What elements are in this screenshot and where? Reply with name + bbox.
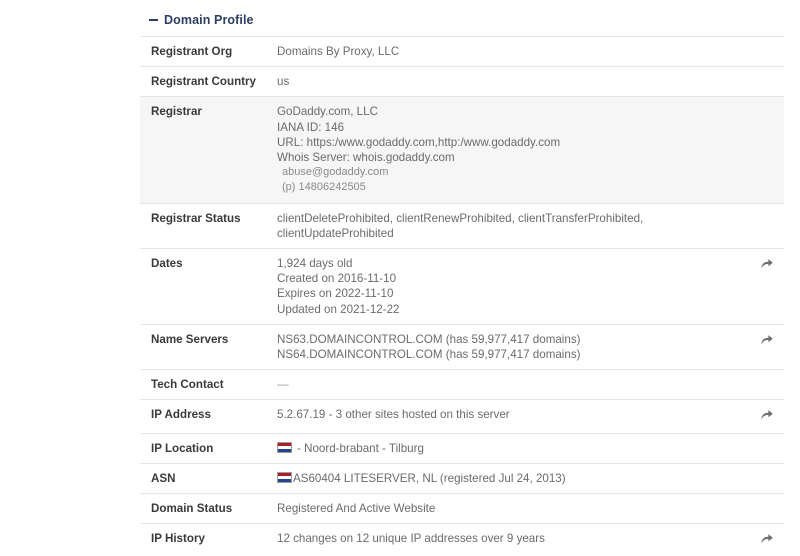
share-arrow-icon[interactable] <box>760 408 774 422</box>
table-row: Registrant Org Domains By Proxy, LLC <box>140 36 784 67</box>
value-line: 1,924 days old <box>277 257 353 271</box>
row-value: us <box>264 67 734 97</box>
row-action <box>734 524 784 556</box>
row-action <box>734 249 784 325</box>
row-action <box>734 97 784 203</box>
row-value: AS60404 LITESERVER, NL (registered Jul 2… <box>264 463 734 493</box>
row-value: — <box>264 370 734 400</box>
row-action <box>734 463 784 493</box>
row-action <box>734 494 784 524</box>
value-line: Updated on 2021-12-22 <box>277 302 400 316</box>
value-line: Created on 2016-11-10 <box>277 272 397 286</box>
table-row: IP Address 5.2.67.19 - 3 other sites hos… <box>140 399 784 433</box>
row-label: Registrar <box>151 105 202 119</box>
row-action <box>734 37 784 67</box>
value-line: Registered And Active Website <box>277 502 436 516</box>
row-label: IP Location <box>151 441 214 455</box>
value-line: AS60404 LITESERVER, NL (registered Jul 2… <box>293 471 566 485</box>
value-line: NS63.DOMAINCONTROL.COM (has 59,977,417 d… <box>277 332 581 346</box>
domain-profile-header[interactable]: Domain Profile <box>140 0 784 36</box>
row-action <box>734 67 784 97</box>
row-value: GoDaddy.com, LLC IANA ID: 146 URL: https… <box>264 97 734 203</box>
row-action <box>734 370 784 400</box>
value-line: Domains By Proxy, LLC <box>277 45 400 58</box>
table-row: IP History 12 changes on 12 unique IP ad… <box>140 523 784 556</box>
table-row: Registrant Country us <box>140 66 784 97</box>
row-label: Dates <box>151 257 183 271</box>
row-label: Registrar Status <box>151 211 241 225</box>
row-value: 1,924 days old Created on 2016-11-10 Exp… <box>264 249 734 325</box>
share-arrow-icon[interactable] <box>760 257 774 271</box>
value-line: 12 changes on 12 unique IP addresses ove… <box>277 532 545 546</box>
row-action <box>734 400 784 433</box>
abuse-email: abuse@godaddy.com <box>282 166 389 179</box>
table-row: Domain Status Registered And Active Webs… <box>140 493 784 524</box>
page-root: Domain Profile Registrant Org Domains By… <box>0 0 800 545</box>
row-label: Name Servers <box>151 332 229 346</box>
row-label: Domain Status <box>151 502 233 516</box>
row-label: Registrant Org <box>151 45 233 58</box>
value-line: URL: https:/www.godaddy.com,http:/www.go… <box>277 135 561 149</box>
share-arrow-icon[interactable] <box>760 333 774 347</box>
value-line: Expires on 2022-11-10 <box>277 287 394 301</box>
domain-profile-panel: Domain Profile Registrant Org Domains By… <box>140 0 784 556</box>
value-line: IANA ID: 146 <box>277 120 345 134</box>
value-line: 5.2.67.19 - 3 other sites hosted on this… <box>277 408 510 422</box>
table-row: Name Servers NS63.DOMAINCONTROL.COM (has… <box>140 324 784 369</box>
row-value: Registered And Active Website <box>264 494 734 524</box>
row-label: IP History <box>151 532 205 546</box>
value-line: GoDaddy.com, LLC <box>277 105 378 119</box>
value-line: - Noord-brabant - Tilburg <box>297 441 424 455</box>
row-value: clientDeleteProhibited, clientRenewProhi… <box>264 203 734 248</box>
row-label: Tech Contact <box>151 378 224 392</box>
row-label: ASN <box>151 471 176 485</box>
table-row: Tech Contact — <box>140 369 784 400</box>
row-action <box>734 324 784 369</box>
row-value: Domains By Proxy, LLC <box>264 37 734 67</box>
netherlands-flag-icon <box>277 441 292 453</box>
netherlands-flag-icon <box>277 471 292 483</box>
value-line: clientUpdateProhibited <box>277 226 394 240</box>
table-row: Dates 1,924 days old Created on 2016-11-… <box>140 248 784 325</box>
row-action <box>734 203 784 248</box>
row-action <box>734 433 784 463</box>
value-line: — <box>277 378 289 392</box>
value-line: us <box>277 75 290 89</box>
abuse-phone: (p) 14806242505 <box>282 181 366 194</box>
value-line: clientDeleteProhibited, clientRenewProhi… <box>277 211 644 225</box>
value-line: Whois Server: whois.godaddy.com <box>277 151 455 165</box>
row-label: Registrant Country <box>151 75 256 89</box>
table-row: IP Location - Noord-brabant - Tilburg <box>140 433 784 463</box>
value-line: NS64.DOMAINCONTROL.COM (has 59,977,417 d… <box>277 348 581 362</box>
table-row: ASN AS60404 LITESERVER, NL (registered J… <box>140 463 784 493</box>
share-arrow-icon[interactable] <box>760 532 774 546</box>
row-label: IP Address <box>151 408 211 422</box>
row-value: 12 changes on 12 unique IP addresses ove… <box>264 524 734 556</box>
row-value: NS63.DOMAINCONTROL.COM (has 59,977,417 d… <box>264 324 734 369</box>
minus-icon[interactable] <box>149 19 158 21</box>
row-value: - Noord-brabant - Tilburg <box>264 433 734 463</box>
table-row: Registrar Status clientDeleteProhibited,… <box>140 203 784 248</box>
page-title: Domain Profile <box>164 13 254 27</box>
table-row: Registrar GoDaddy.com, LLC IANA ID: 146 … <box>140 96 784 204</box>
row-value: 5.2.67.19 - 3 other sites hosted on this… <box>264 400 734 433</box>
domain-profile-table: Registrant Org Domains By Proxy, LLC Reg… <box>140 36 784 556</box>
